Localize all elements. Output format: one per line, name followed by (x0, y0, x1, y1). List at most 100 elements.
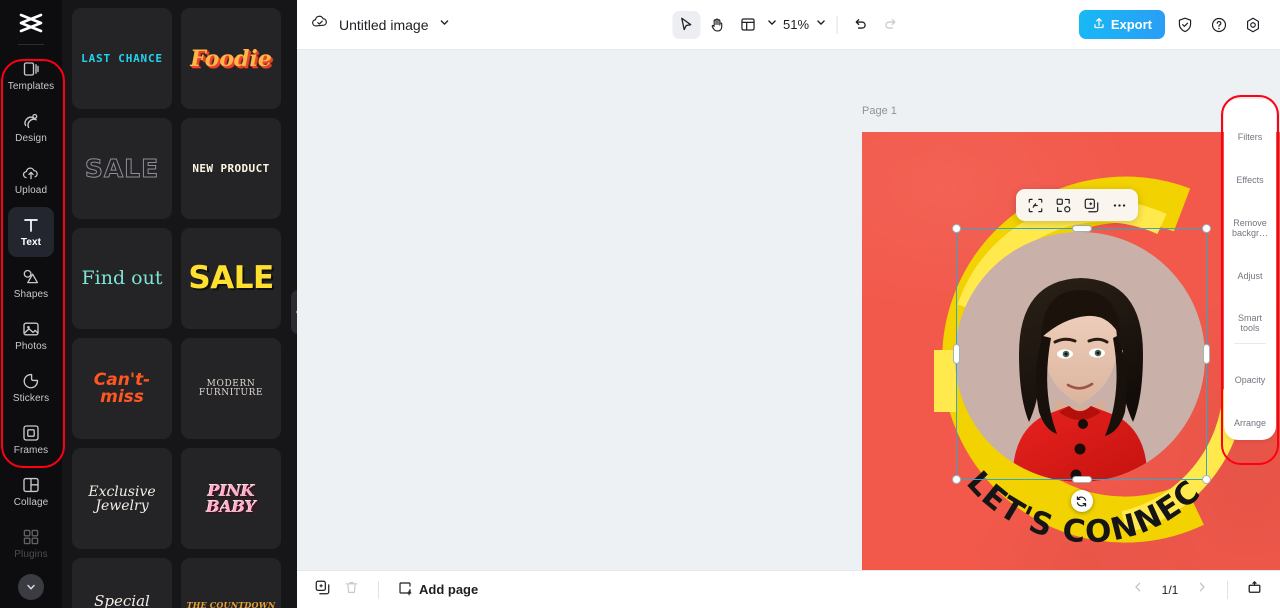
template-card[interactable]: SALE (181, 228, 281, 329)
zoom-level-value[interactable]: 51% (781, 17, 811, 32)
left-navigation-rail: Templates Design Upload Text Shapes Phot… (0, 0, 65, 608)
template-card[interactable]: Can't-miss (72, 338, 172, 439)
right-rail-item-arrange[interactable]: Arrange (1226, 391, 1274, 434)
sidebar-item-stickers[interactable]: Stickers (8, 363, 54, 413)
template-card[interactable]: MODERN FURNITURE (181, 338, 281, 439)
export-label: Export (1110, 17, 1152, 32)
right-rail-item-label: Adjust (1237, 270, 1263, 281)
chevron-right-icon[interactable] (1195, 580, 1209, 599)
top-toolbar: Untitled image 51% Export (297, 0, 1280, 50)
document-title[interactable]: Untitled image (339, 17, 429, 33)
template-card[interactable]: Find out (72, 228, 172, 329)
resize-handle-top[interactable] (1071, 225, 1092, 232)
sidebar-item-label: Plugins (14, 549, 48, 561)
crop-mask-button[interactable] (1023, 193, 1047, 217)
sidebar-item-label: Stickers (12, 393, 50, 405)
resize-handle-top-left[interactable] (952, 224, 961, 233)
sidebar-item-label: Photos (15, 341, 47, 353)
template-preview-text: THE COUNTDOWN IS ON. (186, 599, 276, 608)
chevron-down-icon[interactable] (18, 574, 44, 600)
redo-arrow-icon[interactable] (877, 11, 905, 39)
right-rail-item-label: Smart tools (1237, 313, 1262, 334)
template-card[interactable]: Foodie (181, 8, 281, 109)
template-card[interactable]: Special Offer (72, 558, 172, 608)
question-circle-icon[interactable] (1205, 11, 1233, 39)
layout-chevron-icon[interactable] (765, 16, 778, 34)
page-indicator: 1/1 (1161, 582, 1179, 597)
layout-panels-icon[interactable] (734, 11, 762, 39)
right-rail-item-filters[interactable]: Filters (1226, 105, 1274, 148)
sidebar-item-shapes[interactable]: Shapes (8, 259, 54, 309)
template-preview-text: SALE (84, 154, 160, 183)
sidebar-item-label: Frames (13, 445, 49, 457)
text-templates-panel: LAST CHANCE Foodie SALE NEW PRODUCT Find… (62, 0, 297, 608)
document-info: Untitled image (310, 12, 451, 37)
sidebar-item-text[interactable]: Text (8, 207, 54, 257)
present-stage-icon[interactable] (1246, 579, 1263, 601)
sidebar-item-frames[interactable]: Frames (8, 415, 54, 465)
shield-check-icon[interactable] (1171, 11, 1199, 39)
template-preview-text: LAST CHANCE (81, 52, 163, 65)
resize-handle-bottom-right[interactable] (1202, 475, 1211, 484)
sidebar-item-upload[interactable]: Upload (8, 155, 54, 205)
toolbar-divider (836, 15, 837, 34)
sidebar-item-photos[interactable]: Photos (8, 311, 54, 361)
template-card[interactable]: NEW PRODUCT (181, 118, 281, 219)
resize-handle-bottom-left[interactable] (952, 475, 961, 484)
canvas-workspace[interactable]: Page 1 LET'S CONNEC Filters Effects Remo… (297, 50, 1280, 570)
panel-collapse-handle[interactable] (291, 290, 297, 334)
upload-cloud-icon (21, 163, 41, 183)
template-preview-text: Find out (81, 267, 163, 289)
trash-delete-icon[interactable] (343, 579, 360, 601)
zoom-chevron-icon[interactable] (814, 16, 827, 34)
hand-pan-icon[interactable] (703, 11, 731, 39)
sidebar-item-templates[interactable]: Templates (8, 51, 54, 101)
rotate-handle-icon[interactable] (1070, 490, 1093, 512)
resize-handle-top-right[interactable] (1202, 224, 1211, 233)
resize-handle-left[interactable] (953, 344, 960, 364)
resize-handle-right[interactable] (1203, 344, 1210, 364)
collage-icon (21, 475, 41, 495)
canvas-tools: 51% (672, 10, 905, 39)
template-card[interactable]: THE COUNTDOWN IS ON. (181, 558, 281, 608)
replace-button[interactable] (1051, 193, 1075, 217)
more-options-button[interactable] (1107, 193, 1131, 217)
duplicate-button[interactable] (1079, 193, 1103, 217)
undo-arrow-icon[interactable] (846, 11, 874, 39)
template-preview-text: Special Offer (94, 591, 150, 608)
template-card[interactable]: SALE (72, 118, 172, 219)
template-card[interactable]: LAST CHANCE (72, 8, 172, 109)
capcut-editor-window: Templates Design Upload Text Shapes Phot… (0, 0, 1280, 608)
cloud-saved-icon (310, 12, 330, 37)
right-rail-item-smart-tools[interactable]: Smart tools (1226, 286, 1274, 339)
bottom-toolbar: Add page 1/1 (297, 570, 1280, 608)
template-card[interactable]: Exclusive Jewelry (72, 448, 172, 549)
sidebar-item-label: Templates (7, 81, 55, 93)
frames-icon (21, 423, 41, 443)
export-button[interactable]: Export (1078, 10, 1165, 39)
capcut-logo[interactable] (11, 6, 51, 40)
sidebar-item-collage[interactable]: Collage (8, 467, 54, 517)
right-rail-item-opacity[interactable]: Opacity (1226, 348, 1274, 391)
resize-handle-bottom[interactable] (1071, 476, 1092, 483)
right-rail-item-effects[interactable]: Effects (1226, 148, 1274, 191)
sidebar-item-plugins[interactable]: Plugins (8, 519, 54, 569)
topbar-actions: Export (1078, 10, 1267, 39)
selection-bounding-box[interactable] (952, 224, 1211, 512)
photos-icon (21, 319, 41, 339)
page-navigation: 1/1 (1131, 579, 1263, 601)
chevron-left-icon[interactable] (1131, 580, 1145, 599)
right-rail-item-adjust[interactable]: Adjust (1226, 244, 1274, 287)
right-rail-item-label: Effects (1236, 174, 1264, 185)
add-page-button[interactable]: Add page (397, 580, 478, 599)
sidebar-item-design[interactable]: Design (8, 103, 54, 153)
nav-divider (1227, 580, 1228, 599)
right-rail-item-label: Arrange (1233, 418, 1267, 429)
template-card[interactable]: PINK BABY (181, 448, 281, 549)
chevron-down-icon[interactable] (438, 16, 451, 34)
duplicate-page-icon[interactable] (314, 579, 331, 601)
gear-settings-icon[interactable] (1239, 11, 1267, 39)
right-rail-item-remove-backgr[interactable]: Remove backgr… (1226, 191, 1274, 244)
cursor-select-icon[interactable] (672, 10, 700, 39)
add-page-label: Add page (419, 582, 479, 597)
